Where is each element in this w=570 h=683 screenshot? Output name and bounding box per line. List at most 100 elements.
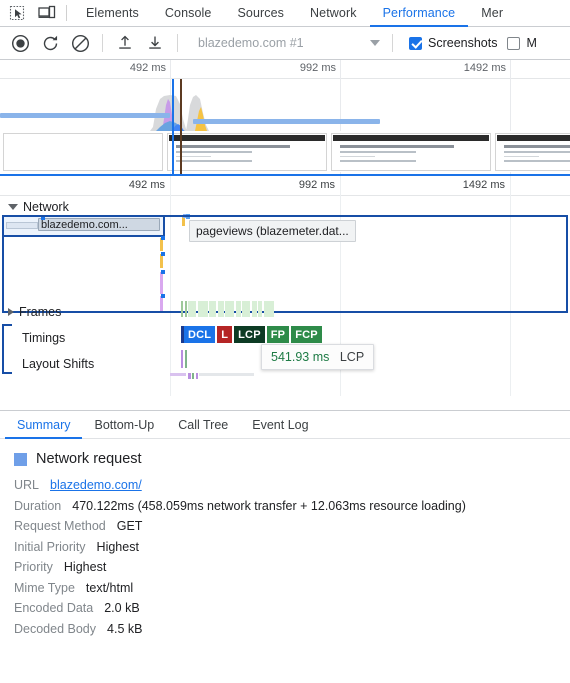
tab-summary-label: Summary [17, 417, 71, 432]
detail-value-initial-priority: Highest [96, 539, 139, 554]
detail-key-decoded-body: Decoded Body [14, 621, 97, 636]
filmstrip-thumbnail[interactable] [3, 132, 163, 171]
trace-select-value: blazedemo.com #1 [198, 36, 304, 50]
overview-network-band-2 [193, 119, 380, 124]
detail-key-encoded-data: Encoded Data [14, 601, 94, 615]
timeline-ruler: 492 ms 992 ms 1492 ms [0, 176, 570, 196]
overview-tick-2: 992 ms [299, 62, 336, 74]
track-header-frames[interactable]: Frames [8, 305, 61, 319]
screenshots-checkbox-box[interactable] [409, 36, 422, 50]
network-request-tooltip-label: pageviews (blazemeter.dat... [196, 224, 349, 238]
network-bar[interactable] [160, 254, 163, 268]
network-bar[interactable] [161, 270, 165, 274]
control-divider-2 [177, 34, 178, 52]
track-header-network[interactable]: Network [8, 200, 69, 214]
network-request-chip-label: blazedemo.com... [41, 218, 128, 231]
tab-console[interactable]: Console [152, 0, 225, 26]
tab-call-tree[interactable]: Call Tree [166, 411, 240, 438]
timeline-tracks[interactable]: 492 ms 992 ms 1492 ms Network blazedemo.… [0, 176, 570, 396]
timeline-tick-1: 492 ms [128, 179, 165, 191]
detail-key-priority: Priority [14, 560, 53, 574]
tab-elements[interactable]: Elements [73, 0, 152, 26]
control-divider-3 [392, 34, 393, 52]
network-request-chip[interactable]: blazedemo.com... [38, 216, 160, 231]
detail-row-url: URL blazedemo.com/ [14, 478, 556, 492]
details-heading: Network request [14, 451, 556, 467]
tab-event-log-label: Event Log [252, 417, 309, 432]
network-bar[interactable] [183, 214, 186, 218]
detail-key-mime-type: Mime Type [14, 580, 75, 595]
network-bar[interactable] [161, 252, 165, 256]
timing-marker-lcp[interactable]: LCP [234, 326, 265, 343]
tab-event-log[interactable]: Event Log [240, 411, 320, 438]
network-bar[interactable] [161, 294, 165, 298]
tab-summary[interactable]: Summary [5, 411, 83, 439]
detail-row-initial-priority: Initial Priority Highest [14, 540, 556, 554]
timing-marker-fcp[interactable]: FCP [291, 326, 322, 343]
url-link[interactable]: blazedemo.com/ [50, 478, 142, 492]
devtools-tabs: Elements Console Sources Network Perform… [73, 0, 516, 27]
network-bar[interactable] [160, 272, 163, 294]
screenshots-checkbox[interactable]: Screenshots [409, 36, 497, 50]
memory-checkbox[interactable]: M [507, 36, 537, 50]
network-bar[interactable] [186, 214, 190, 219]
timing-marker-fcp-label: FCP [295, 328, 318, 341]
filmstrip-thumbnail[interactable] [331, 132, 491, 171]
inspect-element-icon[interactable] [6, 3, 28, 23]
tab-memory[interactable]: Mer [468, 0, 516, 26]
track-label-layout-shifts: Layout Shifts [22, 357, 95, 371]
device-toolbar-icon[interactable] [36, 3, 58, 23]
timing-marker-fp-label: FP [270, 328, 286, 341]
tab-performance-label: Performance [382, 6, 456, 20]
track-label-frames: Frames [19, 305, 62, 319]
tab-sources-label: Sources [237, 6, 285, 20]
network-request-wait-bar [6, 222, 38, 229]
overview-hover-cursor[interactable] [180, 79, 182, 174]
trace-select[interactable]: blazedemo.com #1 [188, 32, 384, 54]
track-header-timings[interactable]: Timings [22, 331, 65, 345]
tab-bottom-up[interactable]: Bottom-Up [82, 411, 166, 438]
devtools-tabbar: Elements Console Sources Network Perform… [0, 0, 570, 27]
memory-checkbox-box[interactable] [507, 36, 521, 50]
detail-row-priority: Priority Highest [14, 560, 556, 574]
save-profile-icon[interactable] [141, 30, 169, 56]
timing-marker-fp[interactable]: FP [266, 326, 290, 343]
details-drawer: Summary Bottom-Up Call Tree Event Log Ne… [0, 410, 570, 683]
layout-shifts-overflow-strip [170, 373, 254, 379]
timing-marker-dcl[interactable]: DCL [184, 326, 216, 343]
network-bar[interactable] [160, 296, 163, 312]
network-request-swatch [14, 452, 27, 466]
timing-marker-l[interactable]: L [217, 326, 233, 343]
filmstrip-thumbnail[interactable] [495, 132, 570, 171]
network-bar[interactable] [161, 236, 165, 240]
tab-network[interactable]: Network [297, 0, 370, 26]
performance-control-bar: blazedemo.com #1 Screenshots M [0, 27, 570, 60]
overview-tick-1: 492 ms [129, 62, 166, 74]
detail-value-url[interactable]: blazedemo.com/ [50, 478, 142, 492]
control-divider-1 [102, 34, 103, 52]
overview-filmstrip[interactable] [0, 131, 570, 172]
detail-value-decoded-body: 4.5 kB [107, 621, 143, 636]
tab-sources[interactable]: Sources [224, 0, 297, 26]
detail-key-request-method: Request Method [14, 519, 106, 533]
overview-selection-cursor[interactable] [172, 79, 174, 174]
memory-label: M [526, 36, 537, 50]
detail-value-priority: Highest [63, 560, 107, 574]
chevron-down-icon [8, 204, 18, 210]
timeline-overview[interactable]: 492 ms 992 ms 1492 ms [0, 60, 570, 176]
timing-tooltip-time: 541.93 ms [271, 350, 330, 364]
timeline-tick-3: 1492 ms [462, 179, 505, 191]
track-label-timings: Timings [22, 331, 66, 345]
details-tabs: Summary Bottom-Up Call Tree Event Log [0, 411, 570, 439]
record-button[interactable] [6, 30, 34, 56]
timings-markers[interactable]: DCL L LCP FP FCP [184, 326, 322, 343]
clear-button[interactable] [66, 30, 94, 56]
layout-shifts-strip[interactable] [181, 350, 187, 368]
record-reload-button[interactable] [36, 30, 64, 56]
filmstrip-thumbnail[interactable] [167, 132, 327, 171]
frames-strip[interactable] [181, 301, 274, 317]
tab-performance[interactable]: Performance [369, 0, 469, 27]
track-header-layout-shifts[interactable]: Layout Shifts [22, 357, 94, 371]
load-profile-icon[interactable] [111, 30, 139, 56]
tab-call-tree-label: Call Tree [178, 417, 229, 432]
